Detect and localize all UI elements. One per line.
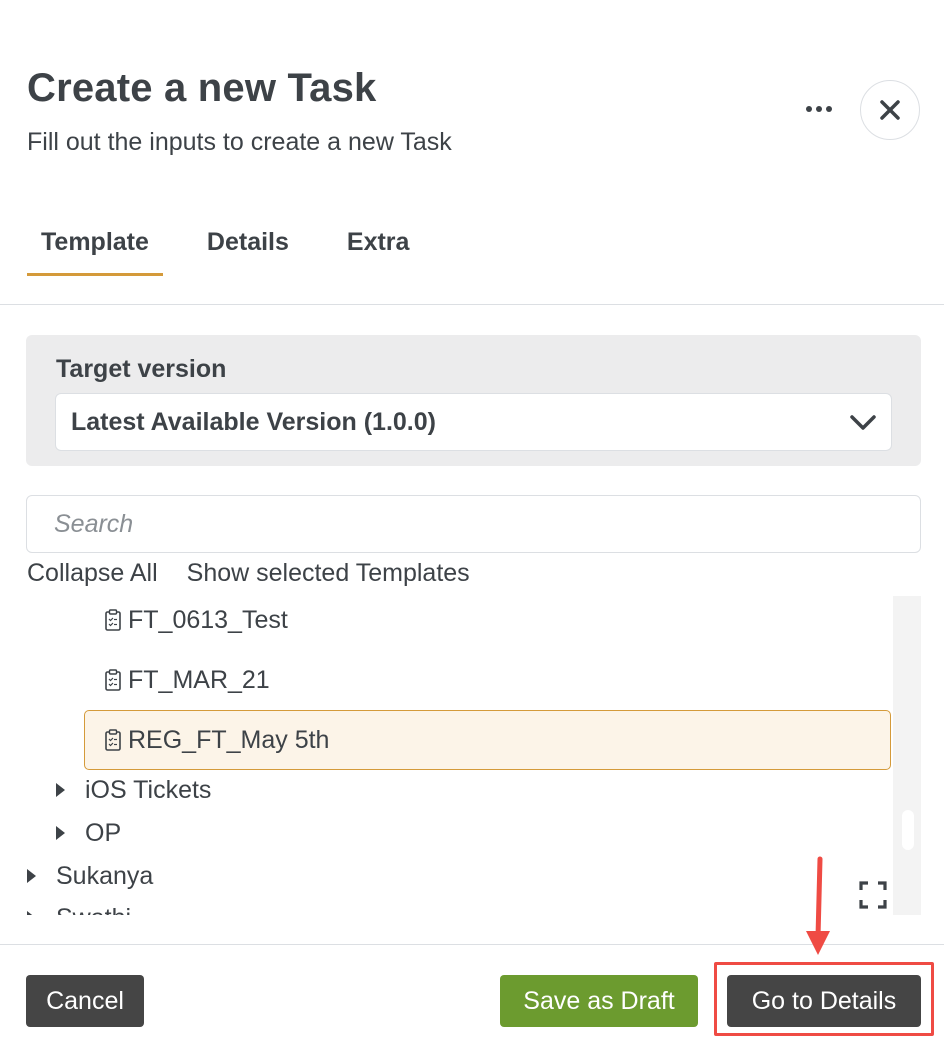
target-version-select[interactable]: Latest Available Version (1.0.0) xyxy=(55,393,892,451)
caret-right-icon[interactable] xyxy=(56,826,65,840)
close-icon xyxy=(880,100,900,120)
more-options-button[interactable] xyxy=(800,92,838,126)
target-version-value: Latest Available Version (1.0.0) xyxy=(71,408,436,436)
tree-template-label: REG_FT_May 5th xyxy=(128,725,330,754)
tabs-divider xyxy=(0,304,944,305)
tree-template-label: FT_MAR_21 xyxy=(128,665,270,694)
show-selected-templates-link[interactable]: Show selected Templates xyxy=(187,559,470,588)
tree-actions: Collapse All Show selected Templates xyxy=(27,559,470,588)
template-tree: FT_0613_Test FT_MAR_21 REG_FT_May 5th iO… xyxy=(0,596,893,915)
tree-template-item[interactable]: FT_MAR_21 xyxy=(104,664,270,696)
tree-template-label: FT_0613_Test xyxy=(128,605,288,634)
target-version-label: Target version xyxy=(56,355,227,383)
clipboard-icon xyxy=(104,609,122,631)
target-version-panel: Target version Latest Available Version … xyxy=(26,335,921,466)
dialog-title: Create a new Task xyxy=(27,66,377,110)
tree-folder-item[interactable]: Sukanya xyxy=(27,860,153,892)
close-button[interactable] xyxy=(860,80,920,140)
tab-details[interactable]: Details xyxy=(193,214,303,276)
tree-folder-item[interactable]: OP xyxy=(56,817,121,849)
fullscreen-icon[interactable] xyxy=(858,880,888,910)
clipboard-icon xyxy=(104,729,122,751)
clipboard-icon xyxy=(104,669,122,691)
caret-right-icon[interactable] xyxy=(27,911,36,915)
annotation-highlight-box xyxy=(714,962,934,1036)
tree-folder-item[interactable]: Swathi xyxy=(27,902,131,915)
tree-template-item[interactable]: FT_0613_Test xyxy=(104,604,288,636)
tree-folder-label: Swathi xyxy=(56,904,131,916)
tree-scrollbar-thumb[interactable] xyxy=(902,810,914,850)
caret-right-icon[interactable] xyxy=(27,869,36,883)
tab-bar: Template Details Extra xyxy=(27,214,453,276)
tree-folder-label: Sukanya xyxy=(56,861,154,890)
tree-scrollbar[interactable] xyxy=(893,596,921,915)
tab-extra[interactable]: Extra xyxy=(333,214,424,276)
dialog-subtitle: Fill out the inputs to create a new Task xyxy=(27,128,452,156)
cancel-button[interactable]: Cancel xyxy=(26,975,144,1027)
annotation-arrow-icon xyxy=(806,856,830,955)
more-horizontal-icon xyxy=(806,106,812,112)
tree-folder-label: OP xyxy=(85,818,122,847)
tab-template[interactable]: Template xyxy=(27,214,163,276)
collapse-all-link[interactable]: Collapse All xyxy=(27,559,158,588)
caret-right-icon[interactable] xyxy=(56,783,65,797)
tree-folder-item[interactable]: iOS Tickets xyxy=(56,774,211,806)
tree-folder-label: iOS Tickets xyxy=(85,775,212,804)
save-as-draft-button[interactable]: Save as Draft xyxy=(500,975,698,1027)
tree-template-item-selected[interactable]: REG_FT_May 5th xyxy=(84,710,891,770)
search-input[interactable] xyxy=(26,495,921,553)
chevron-down-icon xyxy=(850,415,876,430)
